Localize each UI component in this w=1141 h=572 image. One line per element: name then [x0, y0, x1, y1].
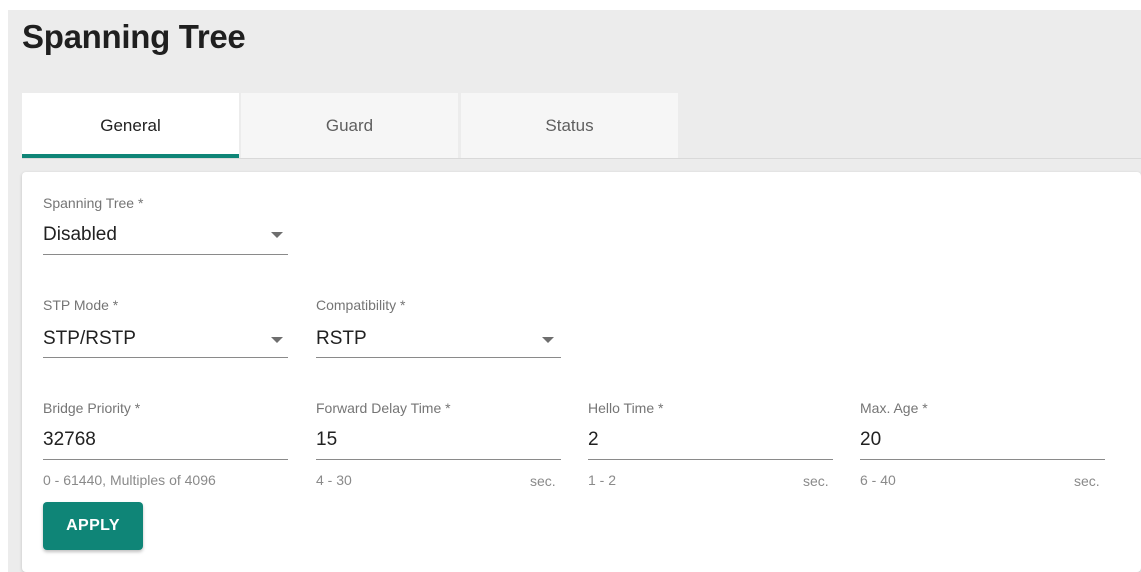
spanning-tree-select[interactable]: Spanning Tree * Disabled — [43, 195, 288, 257]
stp-mode-underline — [43, 357, 288, 358]
max-age-hint: 6 - 40 — [860, 472, 896, 488]
forward-delay-time-unit: sec. — [530, 473, 556, 489]
bridge-priority-underline — [43, 459, 288, 460]
hello-time-input[interactable]: Hello Time * 2 — [588, 400, 833, 462]
max-age-input[interactable]: Max. Age * 20 — [860, 400, 1105, 462]
bridge-priority-hint: 0 - 61440, Multiples of 4096 — [43, 472, 216, 488]
forward-delay-time-label: Forward Delay Time * — [316, 400, 451, 416]
stp-mode-value: STP/RSTP — [43, 328, 136, 349]
compatibility-underline — [316, 357, 561, 358]
hello-time-underline — [588, 459, 833, 460]
chevron-down-icon — [542, 337, 554, 343]
forward-delay-time-underline — [316, 459, 561, 460]
tab-status[interactable]: Status — [461, 93, 678, 158]
max-age-unit: sec. — [1074, 473, 1100, 489]
forward-delay-time-value: 15 — [316, 429, 338, 450]
stp-mode-label: STP Mode * — [43, 297, 119, 313]
page-title: Spanning Tree — [22, 18, 246, 55]
compatibility-select[interactable]: Compatibility * RSTP — [316, 297, 561, 359]
hello-time-hint: 1 - 2 — [588, 472, 617, 488]
max-age-value: 20 — [860, 429, 882, 450]
tab-general[interactable]: General — [22, 93, 239, 158]
tabs-divider — [22, 158, 1141, 159]
bridge-priority-input[interactable]: Bridge Priority * 32768 — [43, 400, 288, 462]
bridge-priority-label: Bridge Priority * — [43, 400, 141, 416]
chevron-down-icon — [271, 232, 283, 238]
max-age-underline — [860, 459, 1105, 460]
forward-delay-time-input[interactable]: Forward Delay Time * 15 — [316, 400, 561, 462]
compatibility-value: RSTP — [316, 328, 367, 349]
spanning-tree-value: Disabled — [43, 224, 117, 245]
apply-button[interactable]: APPLY — [43, 502, 143, 550]
forward-delay-time-hint: 4 - 30 — [316, 472, 352, 488]
spanning-tree-underline — [43, 254, 288, 255]
compatibility-label: Compatibility * — [316, 297, 406, 313]
hello-time-label: Hello Time * — [588, 400, 664, 416]
hello-time-unit: sec. — [803, 473, 829, 489]
hello-time-value: 2 — [588, 429, 599, 450]
tab-guard[interactable]: Guard — [241, 93, 458, 158]
spanning-tree-label: Spanning Tree * — [43, 195, 144, 211]
stp-mode-select[interactable]: STP Mode * STP/RSTP — [43, 297, 288, 359]
max-age-label: Max. Age * — [860, 400, 928, 416]
chevron-down-icon — [271, 337, 283, 343]
bridge-priority-value: 32768 — [43, 429, 96, 450]
